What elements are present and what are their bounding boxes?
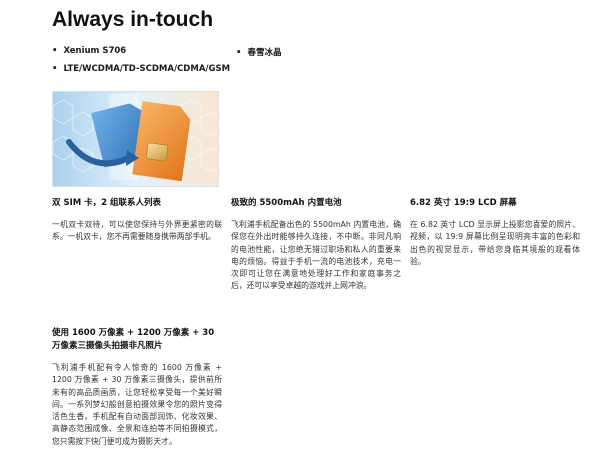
bullet-color: 春雪冰晶 bbox=[236, 46, 281, 58]
bullet-network: LTE/WCDMA/TD-SCDMA/CDMA/GSM bbox=[52, 64, 230, 74]
feature-dual-sim: 双 SIM 卡，2 组联系人列表 一机双卡双待，可以使您保持与外界更紧密的联系。… bbox=[52, 197, 222, 244]
feature-title: 6.82 英寸 19:9 LCD 屏幕 bbox=[410, 198, 517, 208]
feature-text: 飞利浦手机配有令人惊奇的 1600 万像素 + 1200 万像素 + 30 万像… bbox=[52, 363, 222, 446]
feature-title: 使用 1600 万像素 + 1200 万像素 + 30 万像素三摄像头拍摄非凡照… bbox=[52, 328, 215, 351]
dual-sim-cards-icon bbox=[53, 92, 218, 186]
feature-title: 双 SIM 卡，2 组联系人列表 bbox=[52, 198, 162, 208]
feature-screen: 6.82 英寸 19:9 LCD 屏幕 在 6.82 英寸 LCD 显示屏上投影… bbox=[410, 197, 580, 268]
dual-sim-image bbox=[52, 91, 219, 187]
page-title: Always in-touch bbox=[52, 8, 214, 31]
feature-camera: 使用 1600 万像素 + 1200 万像素 + 30 万像素三摄像头拍摄非凡照… bbox=[52, 327, 222, 448]
feature-battery: 极致的 5500mAh 内置电池 飞利浦手机配备出色的 5500mAh 内置电池… bbox=[231, 197, 401, 293]
feature-text: 飞利浦手机配备出色的 5500mAh 内置电池，确保您在外出时能够持久连接，不中… bbox=[231, 220, 401, 291]
feature-title: 极致的 5500mAh 内置电池 bbox=[231, 198, 342, 208]
feature-text: 一机双卡双待，可以使您保持与外界更紧密的联系。一机双卡，您不再需要随身携带两部手… bbox=[52, 220, 222, 242]
bullet-model: Xenium S706 bbox=[52, 46, 126, 56]
feature-text: 在 6.82 英寸 LCD 显示屏上投影您喜爱的照片、视频，以 19:9 屏幕比… bbox=[410, 220, 580, 266]
